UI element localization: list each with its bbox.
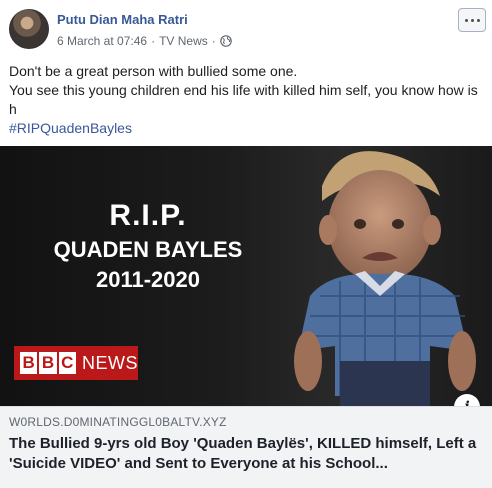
bbc-news-logo: B B C NEWS [14, 346, 138, 380]
image-years-text: 2011-2020 [96, 267, 200, 292]
post-text-line: You see this young children end his life… [9, 82, 478, 117]
meta-separator: · [151, 34, 156, 48]
link-preview[interactable]: W0RLDS.D0MINATINGGL0BALTV.XYZ The Bullie… [0, 406, 492, 488]
globe-icon[interactable] [219, 35, 232, 47]
post-timestamp[interactable]: 6 March at 07:46 [57, 34, 147, 48]
post-header: Putu Dian Maha Ratri 6 March at 07:46 · … [0, 0, 492, 56]
post-image[interactable]: R.I.P. QUADEN BAYLES 2011-2020 B B C NEW… [0, 146, 492, 406]
link-title[interactable]: The Bullied 9-yrs old Boy 'Quaden Baylës… [9, 434, 483, 474]
more-options-button[interactable] [458, 8, 486, 32]
facebook-post: Putu Dian Maha Ratri 6 March at 07:46 · … [0, 0, 492, 488]
post-meta: 6 March at 07:46 · TV News · [57, 34, 232, 48]
more-options-icon [464, 18, 480, 22]
child-photo [294, 151, 476, 406]
image-name-text: QUADEN BAYLES [53, 237, 243, 262]
hashtag-link[interactable]: #RIPQuadenBayles [9, 119, 483, 138]
image-rip-text: R.I.P. [109, 199, 187, 232]
post-text: Don't be a great person with bullied som… [9, 62, 483, 138]
author-name[interactable]: Putu Dian Maha Ratri [57, 12, 188, 27]
post-text-line: Don't be a great person with bullied som… [9, 63, 298, 79]
link-domain: W0RLDS.D0MINATINGGL0BALTV.XYZ [9, 415, 227, 429]
post-source[interactable]: TV News [159, 34, 208, 48]
author-avatar[interactable] [9, 9, 49, 49]
meta-separator: · [211, 34, 216, 48]
